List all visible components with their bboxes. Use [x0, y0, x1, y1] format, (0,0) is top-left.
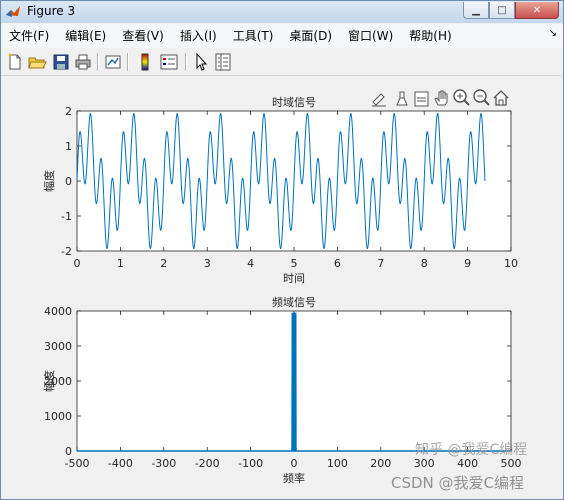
x-tick-label: 0	[291, 457, 298, 470]
link-plot-icon[interactable]	[103, 52, 123, 72]
minimize-icon: ▁	[472, 4, 480, 16]
maximize-button[interactable]: □	[489, 2, 515, 19]
x-tick-label: -100	[238, 457, 263, 470]
x-tick-label: 9	[464, 257, 471, 270]
menu-overflow-icon[interactable]: ↘	[549, 28, 557, 39]
open-file-icon[interactable]	[27, 52, 47, 72]
x-tick-label: 500	[501, 457, 522, 470]
window-title: Figure 3	[27, 4, 76, 18]
y-tick-label: 3000	[44, 340, 72, 353]
x-tick-label: 200	[370, 457, 391, 470]
figure-window: Figure 3 ▁ □ ✕ 文件(F) 编辑(E) 查看(V) 插入(I) 工…	[0, 0, 564, 500]
x-axis-label: 频率	[283, 471, 305, 485]
minimize-button[interactable]: ▁	[463, 2, 489, 19]
x-tick-label: -500	[65, 457, 90, 470]
x-tick-label: 2	[160, 257, 167, 270]
x-tick-label: -300	[151, 457, 176, 470]
x-tick-label: 100	[327, 457, 348, 470]
export-icon[interactable]	[414, 91, 429, 107]
menu-window[interactable]: 窗口(W)	[340, 26, 401, 46]
watermark-zhihu: 知乎 @我爱C编程	[415, 441, 527, 458]
x-tick-label: 1	[117, 257, 124, 270]
pan-hand-icon[interactable]	[434, 90, 448, 106]
y-tick-label: 0	[65, 445, 72, 458]
x-tick-label: 400	[457, 457, 478, 470]
menu-desktop[interactable]: 桌面(D)	[281, 26, 340, 46]
menu-edit[interactable]: 编辑(E)	[57, 26, 114, 46]
matlab-icon	[6, 6, 20, 17]
x-tick-label: 4	[247, 257, 254, 270]
axes-toolbar	[372, 89, 509, 107]
y-tick-label: 1	[65, 140, 72, 153]
x-tick-label: 8	[421, 257, 428, 270]
x-tick-label: -400	[108, 457, 133, 470]
y-axis-label: 幅度	[42, 170, 56, 192]
zoom-in-icon[interactable]	[453, 89, 470, 106]
y-tick-label: 2	[65, 105, 72, 118]
data-tips-icon[interactable]	[396, 91, 408, 106]
maximize-icon: □	[497, 4, 507, 16]
y-axis-label: 幅度	[42, 370, 56, 392]
legend-icon[interactable]	[159, 52, 179, 72]
plot-area: 0 1 2 3 4 5 6 7 8 9 10-2-1012时域信号时间幅度 -500 -400 -300…	[42, 89, 527, 492]
menu-insert[interactable]: 插入(I)	[172, 26, 225, 46]
edit-plot-arrow-icon[interactable]	[191, 52, 211, 72]
x-tick-label: 3	[204, 257, 211, 270]
print-icon[interactable]	[73, 52, 93, 72]
close-icon: ✕	[532, 4, 542, 16]
zoom-out-icon[interactable]	[473, 89, 490, 106]
toolbar-separator	[185, 53, 187, 71]
x-tick-label: 300	[414, 457, 435, 470]
figure-canvas: 0 1 2 3 4 5 6 7 8 9 10 -2 -1 0 1 2 时域信号 时间 幅度 -500 -400 -300…	[3, 77, 561, 497]
axes-title: 频域信号	[272, 295, 316, 309]
x-tick-label: 7	[377, 257, 384, 270]
close-button[interactable]: ✕	[515, 2, 559, 19]
y-tick-label: -2	[61, 245, 72, 258]
brush-icon[interactable]	[372, 93, 386, 107]
toolbar-separator	[127, 53, 129, 71]
y-tick-label: 4000	[44, 305, 72, 318]
menu-tools[interactable]: 工具(T)	[225, 26, 282, 46]
y-tick-label: 1000	[44, 410, 72, 423]
save-icon[interactable]	[51, 52, 71, 72]
y-tick-label: -1	[61, 210, 72, 223]
x-tick-label: 6	[334, 257, 341, 270]
home-icon[interactable]	[493, 90, 509, 106]
toolbar-separator	[97, 53, 99, 71]
title-bar[interactable]: Figure 3 ▁ □ ✕	[1, 1, 563, 23]
x-tick-label: 5	[291, 257, 298, 270]
menu-bar: 文件(F) 编辑(E) 查看(V) 插入(I) 工具(T) 桌面(D) 窗口(W…	[1, 24, 563, 48]
x-tick-label: -200	[195, 457, 220, 470]
colorbar-icon[interactable]	[135, 52, 155, 72]
axes-title: 时域信号	[272, 96, 316, 109]
menu-view[interactable]: 查看(V)	[114, 26, 172, 46]
y-tick-label: 0	[65, 175, 72, 188]
x-tick-label: 10	[504, 257, 518, 270]
x-tick-label: 0	[74, 257, 81, 270]
toolbar	[1, 49, 563, 76]
new-figure-icon[interactable]	[5, 52, 25, 72]
x-axis-label: 时间	[283, 272, 305, 285]
time-domain-axes[interactable]: 0 1 2 3 4 5 6 7 8 9 10 -2 -1 0 1 2 时域信号时间 幅度	[42, 96, 518, 285]
watermark-csdn: CSDN @我爱C编程	[391, 474, 524, 492]
menu-help[interactable]: 帮助(H)	[401, 26, 459, 46]
property-inspector-icon[interactable]	[213, 52, 233, 72]
menu-file[interactable]: 文件(F)	[1, 26, 57, 46]
